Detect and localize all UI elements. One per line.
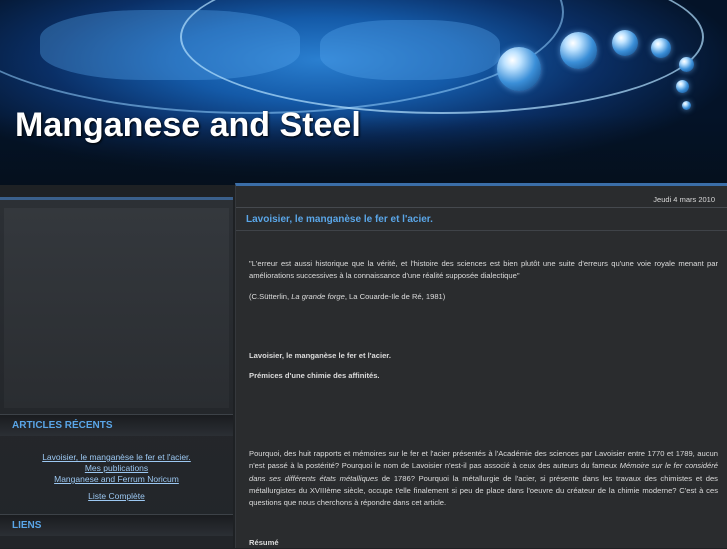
post-title[interactable]: Lavoisier, le manganèse le fer et l'acie… — [246, 214, 433, 225]
citation-author: (C.Sütterlin, — [249, 292, 292, 301]
citation-rest: , La Couarde-Ile de Ré, 1981) — [344, 292, 446, 301]
sidebar: ARTICLES RÉCENTS Lavoisier, le manganèse… — [0, 197, 233, 548]
post-citation: (C.Sütterlin, La grande forge, La Couard… — [249, 291, 718, 303]
recent-article-link[interactable]: Manganese and Ferrum Noricum — [0, 474, 233, 485]
site-title[interactable]: Manganese and Steel — [15, 106, 361, 145]
sphere-graphic — [682, 101, 691, 110]
sphere-graphic — [651, 38, 671, 58]
post-subtitle-2: Prémices d'une chimie des affinités. — [249, 371, 380, 380]
links-heading: LIENS — [0, 514, 233, 536]
sphere-graphic — [612, 30, 638, 56]
citation-book: La grande forge — [291, 292, 345, 301]
recent-articles-list: Lavoisier, le manganèse le fer et l'acie… — [0, 452, 233, 485]
post-paragraph: Pourquoi, des huit rapports et mémoires … — [249, 448, 718, 509]
resume-heading: Résumé — [249, 538, 279, 547]
recent-articles-heading: ARTICLES RÉCENTS — [0, 414, 233, 436]
recent-article-link[interactable]: Lavoisier, le manganèse le fer et l'acie… — [0, 452, 233, 463]
post-date: Jeudi 4 mars 2010 — [653, 195, 715, 204]
sphere-graphic — [497, 47, 541, 91]
recent-article-link[interactable]: Mes publications — [0, 463, 233, 474]
sphere-graphic — [679, 57, 694, 72]
sphere-graphic — [676, 80, 689, 93]
post-quote: "L'erreur est aussi historique que la vé… — [249, 259, 718, 281]
header-banner: Manganese and Steel — [0, 0, 727, 185]
post-subtitle: Lavoisier, le manganèse le fer et l'acie… — [249, 351, 391, 360]
sphere-graphic — [560, 32, 597, 69]
divider — [236, 207, 727, 208]
full-list-link[interactable]: Liste Complète — [0, 491, 233, 502]
sidebar-widget-area — [4, 208, 229, 408]
divider — [236, 230, 727, 231]
full-list-container: Liste Complète — [0, 491, 233, 502]
main-content: Jeudi 4 mars 2010 Lavoisier, le manganès… — [235, 183, 727, 548]
